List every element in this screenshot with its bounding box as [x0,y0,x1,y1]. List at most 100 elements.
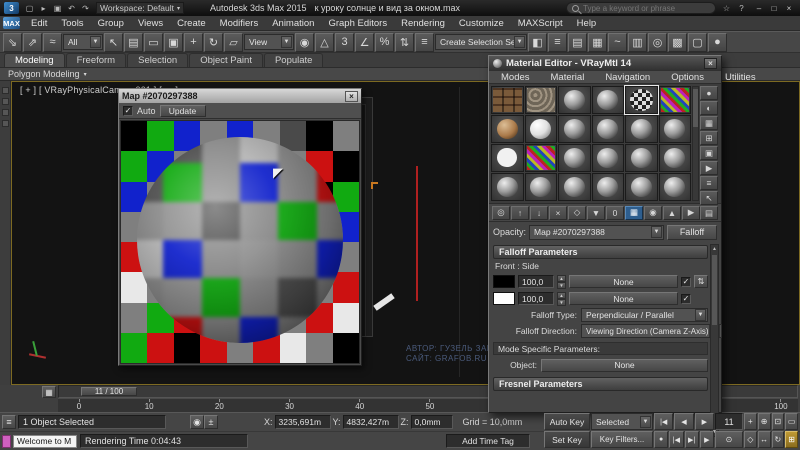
menu-graph-editors[interactable]: Graph Editors [322,16,393,31]
go-to-parent-icon[interactable]: ▲ [663,206,681,220]
material-sample-slot[interactable] [592,144,625,172]
material-sample-slot[interactable] [525,144,558,172]
go-forward-to-sibling-icon[interactable]: ▶ [682,206,700,220]
assign-material-to-selection-icon[interactable]: ↓ [530,206,548,220]
select-and-link-icon[interactable]: ⇘ [3,33,22,52]
select-and-rotate-icon[interactable]: ↻ [204,33,223,52]
open-file-icon[interactable]: ▸ [37,2,50,14]
named-selection-sets-icon[interactable]: ≡ [415,33,434,52]
docked-toolbar-icon[interactable] [2,120,9,127]
docked-toolbar-icon[interactable] [2,109,9,116]
background-icon[interactable]: ▦ [700,116,718,130]
zoom-region-icon[interactable]: ▭ [785,413,798,430]
timeline-tick[interactable]: 10 [142,399,156,412]
bind-to-spacewarp-icon[interactable]: ≈ [43,33,62,52]
swap-colors-button[interactable]: ⇅ [694,275,708,288]
time-slider-handle[interactable]: 11 / 100 [81,387,137,396]
select-and-scale-icon[interactable]: ▱ [224,33,243,52]
timeline-tick[interactable]: 30 [283,399,297,412]
falloff-amount-field[interactable]: 100,0 [518,292,554,305]
material-sample-slot[interactable] [625,144,658,172]
show-end-result-icon[interactable]: ◉ [644,206,662,220]
go-to-start-button[interactable]: |◀ [654,413,673,430]
pan-view-icon[interactable]: ↔ [758,431,771,448]
auto-key-button[interactable]: Auto Key [544,413,590,430]
menu-edit[interactable]: Edit [25,16,53,31]
previous-frame-button[interactable]: ◀ [674,413,693,430]
field-of-view-icon[interactable]: ◇ [744,431,757,448]
material-editor-icon[interactable]: ◎ [648,33,667,52]
me-menu-navigation[interactable]: Navigation [599,70,656,85]
tab-populate[interactable]: Populate [264,53,324,67]
search-input[interactable] [583,4,710,13]
menu-animation[interactable]: Animation [266,16,320,31]
select-by-material-icon[interactable]: ↖ [700,191,718,205]
percent-snap-icon[interactable]: % [375,33,394,52]
falloff-color-swatch[interactable] [493,275,515,288]
falloff-enable-checkbox[interactable]: ✓ [681,277,691,287]
tab-object-paint[interactable]: Object Paint [189,53,263,67]
application-menu-button[interactable]: MAX [3,17,20,29]
spinner-down-icon[interactable]: ▼ [557,282,566,289]
parameters-scrollbar[interactable]: ▲ ▼ [710,244,719,437]
video-color-check-icon[interactable]: ▣ [700,146,718,160]
material-sample-slot[interactable] [491,173,524,201]
y-coordinate-field[interactable]: 4832,427m [343,415,399,429]
curve-editor-icon[interactable]: ~ [608,33,627,52]
menu-help[interactable]: Help [571,16,603,31]
material-sample-slot[interactable] [625,86,658,114]
zoom-extents-icon[interactable]: ⊡ [772,413,785,430]
material-sample-slot[interactable] [625,115,658,143]
material-name-dropdown[interactable]: Map #2070297388 ▼ [529,225,664,240]
layer-manager-icon[interactable]: ▤ [568,33,587,52]
material-sample-slot[interactable] [659,173,692,201]
update-button[interactable]: Update [160,105,206,117]
undo-icon[interactable]: ↶ [65,2,78,14]
fresnel-parameters-rollout[interactable]: Fresnel Parameters [493,377,708,391]
go-to-end-button[interactable]: ▶ [700,431,714,448]
snaps-toggle-icon[interactable]: 3 [335,33,354,52]
spinner-arrows[interactable]: ▲▼ [557,275,566,288]
spinner-up-icon[interactable]: ▲ [557,275,566,282]
falloff-amount-field[interactable]: 100,0 [518,275,554,288]
menu-maxscript[interactable]: MAXScript [512,16,569,31]
previous-key-button[interactable]: |◀ [669,431,683,448]
align-icon[interactable]: ≡ [548,33,567,52]
unlink-selection-icon[interactable]: ⇗ [23,33,42,52]
falloff-map-button[interactable]: None [569,292,678,305]
menu-rendering[interactable]: Rendering [395,16,451,31]
menu-customize[interactable]: Customize [453,16,510,31]
absolute-offset-toggle-icon[interactable]: ± [204,415,218,429]
map-type-button[interactable]: Falloff [667,225,717,240]
close-button[interactable]: × [782,2,796,14]
play-animation-button[interactable]: ▶ [695,413,714,430]
render-setup-icon[interactable]: ▩ [668,33,687,52]
zoom-all-icon[interactable]: ⊕ [758,413,771,430]
key-filters-button[interactable]: Key Filters... [591,431,653,448]
docked-toolbar-icon[interactable] [2,98,9,105]
help-icon[interactable]: ? [735,2,748,14]
menu-group[interactable]: Group [92,16,130,31]
material-sample-slot[interactable] [491,86,524,114]
tab-selection[interactable]: Selection [127,53,188,67]
key-set-dropdown[interactable]: Selected ▼ [591,413,653,430]
falloff-enable-checkbox[interactable]: ✓ [681,294,691,304]
sample-type-icon[interactable]: ● [700,86,718,100]
angle-snap-icon[interactable]: ∠ [355,33,374,52]
material-sample-slot[interactable] [558,115,591,143]
ribbon-panel-label[interactable]: Polygon Modeling [8,69,80,79]
reference-coordinate-dropdown[interactable]: View▼ [244,34,294,50]
make-preview-icon[interactable]: ▶ [700,161,718,175]
maxscript-mini-listener[interactable] [2,435,11,448]
redo-icon[interactable]: ↷ [79,2,92,14]
select-and-move-icon[interactable]: + [184,33,203,52]
sample-scrollbar[interactable] [692,86,699,201]
get-material-icon[interactable]: ◎ [492,206,510,220]
set-key-button[interactable]: Set Key [544,431,590,448]
selection-filter-dropdown[interactable]: All▼ [63,34,103,50]
schematic-view-icon[interactable]: ▥ [628,33,647,52]
reset-map-icon[interactable]: × [549,206,567,220]
menu-views[interactable]: Views [132,16,169,31]
material-sample-slot[interactable] [659,115,692,143]
material-sample-slot[interactable] [558,86,591,114]
